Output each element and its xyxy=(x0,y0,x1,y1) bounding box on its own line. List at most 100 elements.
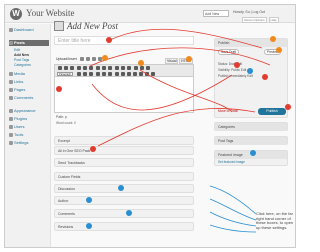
marker-publish-button xyxy=(285,104,291,110)
wordpress-logo-icon: W xyxy=(10,8,22,20)
post-title-input[interactable]: Enter title here xyxy=(54,36,194,45)
author-box[interactable]: Author xyxy=(54,196,194,205)
marker-publish xyxy=(270,36,276,42)
justify-icon[interactable] xyxy=(83,72,87,76)
align-center-icon[interactable] xyxy=(102,66,106,70)
sidebar-item-appearance[interactable]: Appearance xyxy=(9,108,49,114)
marker-schedule xyxy=(262,74,268,80)
sidebar-item-pages[interactable]: Pages xyxy=(9,87,49,93)
screen-options-tab[interactable]: Screen Options xyxy=(242,17,267,23)
add-audio-icon[interactable] xyxy=(92,57,96,61)
spellcheck-icon[interactable] xyxy=(134,66,138,70)
favorite-actions-select[interactable]: Add New xyxy=(203,10,229,17)
format-select[interactable]: Paragraph xyxy=(57,72,73,76)
trackbacks-box[interactable]: Send Trackbacks xyxy=(54,158,194,167)
post-visibility[interactable]: Visibility: Public Edit xyxy=(218,68,246,72)
seo-pack-box[interactable]: All in One SEO Pack xyxy=(54,146,194,155)
bold-icon[interactable] xyxy=(58,66,62,70)
remove-format-icon[interactable] xyxy=(108,72,112,76)
users-icon xyxy=(9,125,13,129)
sidebar-item-posts[interactable]: Posts xyxy=(9,40,49,46)
media-embed-icon[interactable] xyxy=(115,72,119,76)
page-title: Add New Post xyxy=(67,21,118,31)
sidebar-item-dashboard[interactable]: Dashboard xyxy=(9,27,49,33)
fullscreen-icon[interactable] xyxy=(140,66,144,70)
site-title[interactable]: Your Website xyxy=(26,8,74,18)
appearance-icon xyxy=(9,109,13,113)
marker-toolbar xyxy=(138,60,144,66)
set-featured-image-link[interactable]: Set featured image xyxy=(218,160,245,164)
help-icon[interactable] xyxy=(151,72,155,76)
categories-box[interactable]: Categories xyxy=(214,122,288,131)
post-tags-box[interactable]: Post Tags xyxy=(214,136,288,145)
marker-editor xyxy=(56,86,62,92)
help-tab[interactable]: Help xyxy=(268,17,279,23)
categories-box-title: Categories xyxy=(215,123,287,131)
marker-seo-pack xyxy=(90,146,96,152)
revisions-box[interactable]: Revisions xyxy=(54,222,194,231)
outdent-icon[interactable] xyxy=(127,72,131,76)
upload-insert-label: Upload/Insert xyxy=(56,57,77,61)
marker-comments xyxy=(126,210,132,216)
post-content-editor[interactable] xyxy=(54,77,194,113)
save-draft-button[interactable]: Save Draft xyxy=(218,49,240,55)
pages-icon xyxy=(9,88,13,92)
marker-title xyxy=(106,37,112,43)
excerpt-box[interactable]: Excerpt xyxy=(54,136,194,145)
sidebar-sub-categories[interactable]: Categories xyxy=(14,63,31,67)
sidebar-item-settings[interactable]: Settings xyxy=(9,140,49,146)
publish-box-title[interactable]: Publish xyxy=(215,39,287,47)
header-tabs: Screen Options Help xyxy=(241,17,279,23)
sidebar-item-tools[interactable]: Tools xyxy=(9,132,49,138)
align-right-icon[interactable] xyxy=(108,66,112,70)
publish-schedule[interactable]: Publish immediately Edit xyxy=(218,74,253,78)
post-icon xyxy=(54,21,64,31)
paste-text-icon[interactable] xyxy=(96,72,100,76)
sidebar-sub-post-tags[interactable]: Post Tags xyxy=(14,58,29,62)
bullet-list-icon[interactable] xyxy=(77,66,81,70)
sidebar-sub-edit[interactable]: Edit xyxy=(14,48,20,52)
kitchen-sink-icon[interactable] xyxy=(146,66,150,70)
sidebar-item-users[interactable]: Users xyxy=(9,124,49,130)
move-to-trash-link[interactable]: Move to Trash xyxy=(218,109,238,113)
redo-icon[interactable] xyxy=(145,72,149,76)
add-image-icon[interactable] xyxy=(80,57,84,61)
custom-fields-box[interactable]: Custom Fields xyxy=(54,172,194,181)
special-char-icon[interactable] xyxy=(121,72,125,76)
comments-icon xyxy=(9,96,13,100)
strikethrough-icon[interactable] xyxy=(70,66,74,70)
comments-box[interactable]: Comments xyxy=(54,209,194,218)
plugins-icon xyxy=(9,117,13,121)
undo-icon[interactable] xyxy=(139,72,143,76)
numbered-list-icon[interactable] xyxy=(83,66,87,70)
sidebar-item-links[interactable]: Links xyxy=(9,79,49,85)
marker-featured-image xyxy=(250,150,256,156)
callout-note: Click here, on the far right hand corner… xyxy=(256,211,294,230)
link-icon[interactable] xyxy=(115,66,119,70)
media-icon xyxy=(9,72,13,76)
paste-word-icon[interactable] xyxy=(102,72,106,76)
posts-icon xyxy=(9,41,13,45)
publish-button[interactable]: Publish xyxy=(258,108,286,115)
marker-discussion xyxy=(118,185,124,191)
unlink-icon[interactable] xyxy=(121,66,125,70)
dashboard-icon xyxy=(9,28,13,32)
sidebar-sub-add-new[interactable]: Add New xyxy=(14,53,29,57)
underline-icon[interactable] xyxy=(77,72,81,76)
marker-upload xyxy=(102,55,108,61)
marker-status xyxy=(234,62,240,68)
marker-editor-tabs xyxy=(186,56,192,62)
sidebar-item-media[interactable]: Media xyxy=(9,71,49,77)
blockquote-icon[interactable] xyxy=(89,66,93,70)
more-tag-icon[interactable] xyxy=(127,66,131,70)
align-left-icon[interactable] xyxy=(96,66,100,70)
sidebar-item-plugins[interactable]: Plugins xyxy=(9,116,49,122)
indent-icon[interactable] xyxy=(133,72,137,76)
editor-path: Path: p xyxy=(56,115,68,119)
user-links[interactable]: Howdy, Su | Log Out xyxy=(233,10,265,14)
sidebar-item-comments[interactable]: Comments xyxy=(9,95,49,101)
italic-icon[interactable] xyxy=(64,66,68,70)
text-color-icon[interactable] xyxy=(89,72,93,76)
discussion-box[interactable]: Discussion xyxy=(54,184,194,193)
add-video-icon[interactable] xyxy=(86,57,90,61)
